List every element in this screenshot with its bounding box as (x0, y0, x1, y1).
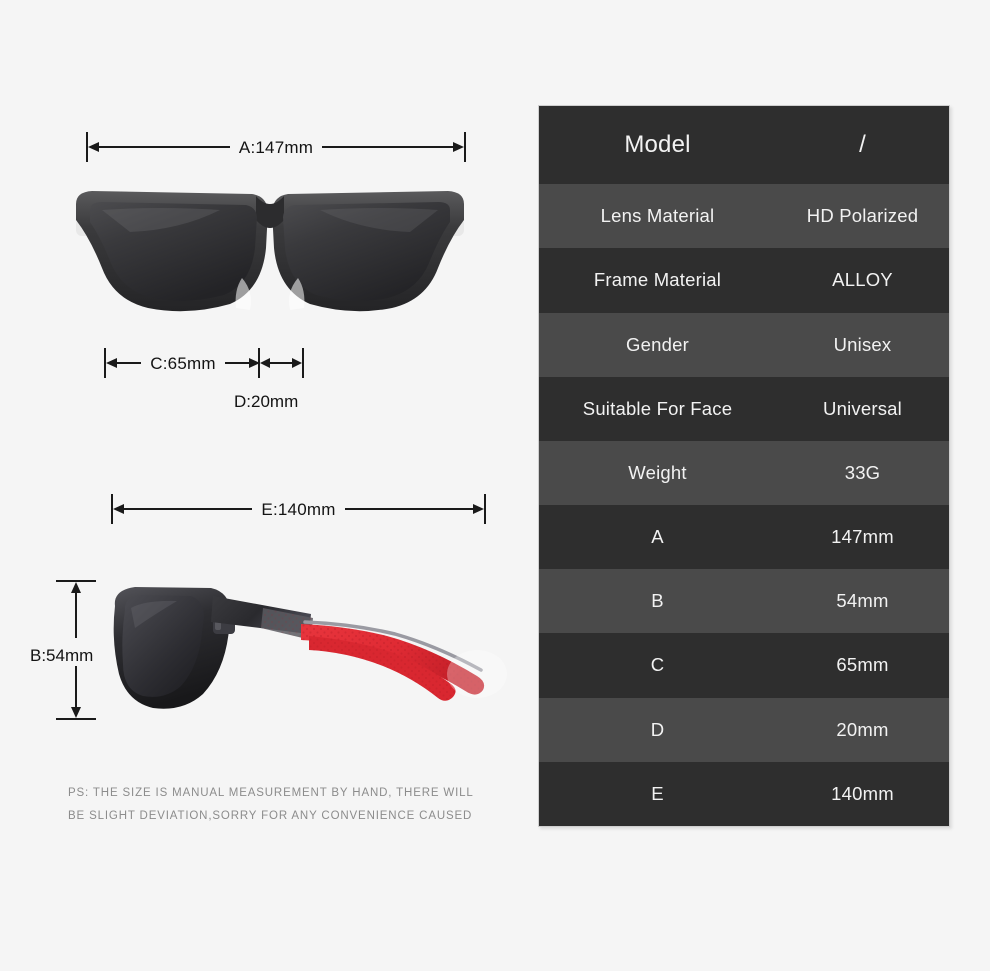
arrow-right-icon (473, 504, 484, 514)
side-view-svg (113, 587, 507, 709)
product-diagram-panel: A:147mm C:65mm D:20mm E:140mm B:54mm PS:… (0, 0, 520, 971)
dimension-a-rule-right (322, 146, 453, 148)
spec-value: Unisex (833, 333, 892, 355)
spec-key: Lens Material (600, 205, 715, 227)
specification-table: Model / Lens Material HD Polarized Frame… (538, 105, 950, 827)
dimension-d-rule (270, 362, 292, 364)
spec-value: 33G (844, 461, 881, 483)
dimension-c-body: C:65mm (106, 352, 260, 374)
disclaimer-line-1: PS: THE SIZE IS MANUAL MEASUREMENT BY HA… (68, 787, 474, 799)
table-row: B 54mm (539, 569, 949, 634)
dimension-b-rule-upper (75, 593, 77, 638)
spec-value: Universal (823, 397, 902, 419)
front-view-svg (76, 191, 464, 312)
table-row: A 147mm (539, 505, 949, 570)
product-spec-page: A:147mm C:65mm D:20mm E:140mm B:54mm PS:… (0, 0, 990, 971)
table-row: D 20mm (539, 697, 949, 762)
spec-value: 54mm (836, 590, 889, 612)
spec-key: Model (624, 130, 691, 158)
dimension-b-cap-bottom (56, 718, 96, 720)
dimension-c-rule-left (117, 362, 142, 364)
dimension-a-cap-right (464, 132, 466, 162)
spec-key: Weight (628, 461, 687, 483)
table-row: Gender Unisex (539, 312, 949, 377)
dimension-d-line (258, 348, 304, 378)
arrow-right-icon (453, 142, 464, 152)
spec-key: D (650, 718, 665, 740)
dimension-e-label: E:140mm (261, 499, 336, 519)
arrow-left-icon (113, 504, 124, 514)
dimension-e-rule-right (344, 508, 473, 510)
spec-value: 147mm (831, 526, 894, 548)
spec-value: 140mm (831, 782, 894, 804)
table-row: Lens Material HD Polarized (539, 184, 949, 249)
spec-key: Frame Material (593, 269, 722, 291)
dimension-a-label: A:147mm (238, 137, 314, 157)
spec-value: HD Polarized (806, 205, 919, 227)
spec-key: Gender (626, 333, 689, 355)
dimension-e-body: E:140mm (113, 498, 484, 520)
table-row: Suitable For Face Universal (539, 376, 949, 441)
spec-key: A (651, 526, 664, 548)
dimension-a-body: A:147mm (88, 136, 464, 158)
dimension-d-label: D:20mm (234, 392, 299, 411)
spec-value: 20mm (836, 718, 889, 740)
dimension-d-cap-right (302, 348, 304, 378)
measurement-disclaimer: PS: THE SIZE IS MANUAL MEASUREMENT BY HA… (68, 782, 488, 828)
spec-value: ALLOY (832, 269, 893, 291)
dimension-e-cap-right (484, 494, 486, 524)
spec-key: C (650, 654, 665, 676)
arrow-right-icon (292, 358, 302, 368)
dimension-c-line: C:65mm (104, 348, 260, 378)
dimension-a-line: A:147mm (86, 132, 466, 162)
disclaimer-line-2: BE SLIGHT DEVIATION,SORRY FOR ANY CONVEN… (68, 810, 473, 822)
dimension-b-rule-lower (75, 662, 77, 707)
table-row: Weight 33G (539, 440, 949, 506)
spec-value: / (859, 130, 866, 158)
dimension-e-line: E:140mm (111, 494, 486, 524)
table-row: Model / (539, 106, 949, 185)
spec-key: Suitable For Face (582, 397, 733, 419)
arrow-left-icon (106, 358, 117, 368)
arrow-down-icon (71, 707, 81, 718)
spec-value: 65mm (836, 654, 889, 676)
sunglasses-side-view-image (95, 578, 515, 718)
table-row: C 65mm (539, 633, 949, 698)
spec-key: B (651, 590, 664, 612)
dimension-e-rule-left (124, 508, 253, 510)
table-row: E 140mm (539, 761, 949, 826)
arrow-left-icon (88, 142, 99, 152)
arrow-left-icon (260, 358, 270, 368)
spec-key: E (651, 782, 664, 804)
sunglasses-front-view-image (70, 186, 470, 321)
dimension-a-rule-left (99, 146, 230, 148)
arrow-up-icon (71, 582, 81, 593)
dimension-c-rule-right (224, 362, 249, 364)
dimension-b-label: B:54mm (30, 645, 94, 666)
table-row: Frame Material ALLOY (539, 248, 949, 313)
dimension-c-label: C:65mm (150, 353, 216, 373)
